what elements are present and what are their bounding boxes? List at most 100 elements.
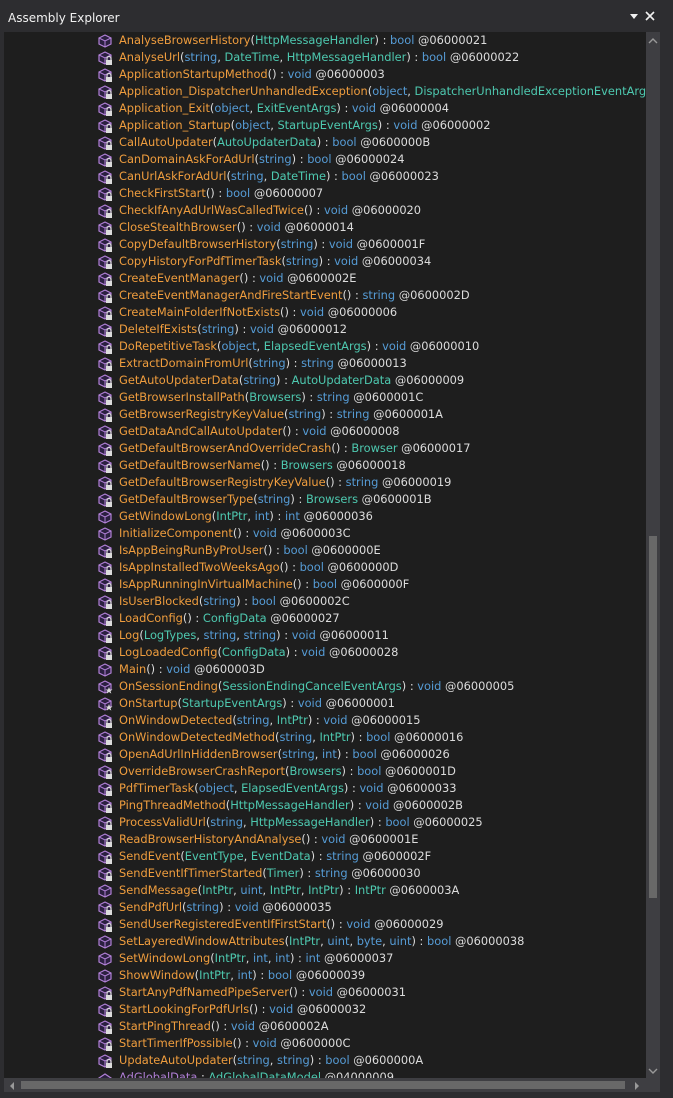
tree-member-row[interactable]: CopyDefaultBrowserHistory(string) : void… bbox=[4, 236, 646, 253]
tree-member-row[interactable]: GetAutoUpdaterData(string) : AutoUpdater… bbox=[4, 372, 646, 389]
tree-member-row[interactable]: CloseStealthBrowser() : void @06000014 bbox=[4, 219, 646, 236]
tree-member-row[interactable]: OnWindowDetected(string, IntPtr) : void … bbox=[4, 712, 646, 729]
return-type: void bbox=[351, 101, 377, 115]
tree-member-row[interactable]: StartAnyPdfNamedPipeServer() : void @060… bbox=[4, 984, 646, 1001]
tree-member-row[interactable]: LogLoadedConfig(ConfigData) : void @0600… bbox=[4, 644, 646, 661]
vertical-scrollbar[interactable] bbox=[646, 32, 660, 1078]
tree-member-row[interactable]: PingThreadMethod(HttpMessageHandler) : v… bbox=[4, 797, 646, 814]
tree-member-row[interactable]: DeleteIfExists(string) : void @06000012 bbox=[4, 321, 646, 338]
tree-member-row[interactable]: IsAppBeingRunByProUser() : bool @0600000… bbox=[4, 542, 646, 559]
member-name: Main bbox=[119, 662, 147, 676]
tree-member-row[interactable]: StartPingThread() : void @0600002A bbox=[4, 1018, 646, 1035]
tree-member-row[interactable]: SendUserRegisteredEventIfFirstStart() : … bbox=[4, 916, 646, 933]
tree-member-row[interactable]: PdfTimerTask(object, ElapsedEventArgs) :… bbox=[4, 780, 646, 797]
scroll-down-icon[interactable] bbox=[648, 1065, 658, 1075]
return-separator: : bbox=[291, 424, 303, 438]
vertical-scroll-thumb[interactable] bbox=[649, 536, 657, 898]
member-tree[interactable]: AnalyseBrowserHistory(HttpMessageHandler… bbox=[4, 32, 646, 1078]
tree-member-row[interactable]: SendPdfUrl(string) : void @06000035 bbox=[4, 899, 646, 916]
tree-member-row[interactable]: CopyHistoryForPdfTimerTask(string) : voi… bbox=[4, 253, 646, 270]
metadata-token: @06000013 bbox=[337, 356, 407, 370]
tree-member-row[interactable]: GetWindowLong(IntPtr, int) : int @060000… bbox=[4, 508, 646, 525]
tree-member-row[interactable]: SendEventIfTimerStarted(Timer) : string … bbox=[4, 865, 646, 882]
tree-member-row[interactable]: InitializeComponent() : void @0600003C bbox=[4, 525, 646, 542]
tree-member-row[interactable]: CheckIfAnyAdUrlWasCalledTwice() : void @… bbox=[4, 202, 646, 219]
tree-member-row[interactable]: ExtractDomainFromUrl(string) : string @0… bbox=[4, 355, 646, 372]
param-type: Timer bbox=[266, 866, 300, 880]
param-type: StartupEventArgs bbox=[277, 118, 378, 132]
method-private-icon bbox=[97, 747, 113, 763]
return-type: bool bbox=[225, 186, 251, 200]
tree-member-row[interactable]: CreateEventManagerAndFireStartEvent() : … bbox=[4, 287, 646, 304]
tree-member-row[interactable]: AnalyseBrowserHistory(HttpMessageHandler… bbox=[4, 32, 646, 49]
tree-member-row[interactable]: OnStartup(StartupEventArgs) : void @0600… bbox=[4, 695, 646, 712]
tree-member-row[interactable]: GetDataAndCallAutoUpdater() : void @0600… bbox=[4, 423, 646, 440]
method-private-icon bbox=[97, 84, 113, 100]
tree-member-row[interactable]: StartLookingForPdfUrls() : void @0600003… bbox=[4, 1001, 646, 1018]
return-type: void bbox=[359, 781, 384, 795]
return-separator: : bbox=[312, 203, 324, 217]
return-separator: : bbox=[371, 339, 383, 353]
tree-member-row[interactable]: ApplicationStartupMethod() : void @06000… bbox=[4, 66, 646, 83]
tree-member-row[interactable]: LoadConfig() : ConfigData @06000027 bbox=[4, 610, 646, 627]
tree-member-row[interactable]: AdGlobalData : AdGlobalDataModel @040000… bbox=[4, 1069, 646, 1078]
tree-member-row[interactable]: GetBrowserInstallPath(Browsers) : string… bbox=[4, 389, 646, 406]
member-name: IsAppBeingRunByProUser bbox=[119, 543, 264, 557]
method-public-icon bbox=[97, 526, 113, 542]
param-separator: , bbox=[249, 101, 257, 115]
tree-member-row[interactable]: SendEvent(EventType, EventData) : string… bbox=[4, 848, 646, 865]
tree-member-row[interactable]: IsUserBlocked(string) : bool @0600002C bbox=[4, 593, 646, 610]
tree-member-row[interactable]: Application_Startup(object, StartupEvent… bbox=[4, 117, 646, 134]
tree-member-row[interactable]: CallAutoUpdater(AutoUpdaterData) : bool … bbox=[4, 134, 646, 151]
tree-member-row[interactable]: GetDefaultBrowserAndOverrideCrash() : Br… bbox=[4, 440, 646, 457]
tree-member-row[interactable]: CheckFirstStart() : bool @06000007 bbox=[4, 185, 646, 202]
tree-member-row[interactable]: Log(LogTypes, string, string) : void @06… bbox=[4, 627, 646, 644]
close-icon[interactable] bbox=[643, 9, 657, 23]
param-type: IntPtr bbox=[289, 934, 321, 948]
member-signature: CreateEventManager() : void @0600002E bbox=[119, 270, 356, 287]
tree-member-row[interactable]: GetDefaultBrowserRegistryKeyValue() : st… bbox=[4, 474, 646, 491]
tree-member-row[interactable]: OpenAdUrlInHiddenBrowser(string, int) : … bbox=[4, 746, 646, 763]
tree-member-row[interactable]: AnalyseUrl(string, DateTime, HttpMessage… bbox=[4, 49, 646, 66]
param-separator: , bbox=[233, 781, 242, 795]
tree-member-row[interactable]: DoRepetitiveTask(object, ElapsedEventArg… bbox=[4, 338, 646, 355]
scroll-up-icon[interactable] bbox=[648, 35, 658, 45]
tree-member-row[interactable]: GetDefaultBrowserType(string) : Browsers… bbox=[4, 491, 646, 508]
tree-member-row[interactable]: OnSessionEnding(SessionEndingCancelEvent… bbox=[4, 678, 646, 695]
scroll-right-icon[interactable] bbox=[632, 1080, 642, 1090]
tree-member-row[interactable]: SendMessage(IntPtr, uint, IntPtr, IntPtr… bbox=[4, 882, 646, 899]
tree-member-row[interactable]: SetWindowLong(IntPtr, int, int) : int @0… bbox=[4, 950, 646, 967]
param-separator: , bbox=[349, 934, 357, 948]
tree-member-row[interactable]: StartTimerIfPossible() : void @0600000C bbox=[4, 1035, 646, 1052]
scroll-left-icon[interactable] bbox=[7, 1080, 17, 1090]
metadata-token: @06000010 bbox=[409, 339, 480, 353]
member-name: SendEvent bbox=[119, 849, 181, 863]
horizontal-scrollbar[interactable] bbox=[4, 1078, 646, 1092]
tree-member-row[interactable]: CreateEventManager() : void @0600002E bbox=[4, 270, 646, 287]
tree-member-row[interactable]: UpdateAutoUpdater(string, string) : bool… bbox=[4, 1052, 646, 1069]
tree-member-row[interactable]: ShowWindow(IntPtr, int) : bool @06000039 bbox=[4, 967, 646, 984]
tree-member-row[interactable]: Application_Exit(object, ExitEventArgs) … bbox=[4, 100, 646, 117]
tree-member-row[interactable]: CanUrlAskForAdUrl(string, DateTime) : bo… bbox=[4, 168, 646, 185]
tree-member-row[interactable]: CreateMainFolderIfNotExists() : void @06… bbox=[4, 304, 646, 321]
tree-member-row[interactable]: OnWindowDetectedMethod(string, IntPtr) :… bbox=[4, 729, 646, 746]
return-type: bool bbox=[267, 968, 293, 982]
param-type: string bbox=[258, 152, 292, 166]
tree-member-row[interactable]: Application_DispatcherUnhandledException… bbox=[4, 83, 646, 100]
chevron-down-icon[interactable] bbox=[627, 9, 641, 23]
return-type: void bbox=[323, 203, 349, 217]
scrollbar-corner bbox=[646, 1078, 660, 1092]
tree-member-row[interactable]: Main() : void @0600003D bbox=[4, 661, 646, 678]
tree-member-row[interactable]: ProcessValidUrl(string, HttpMessageHandl… bbox=[4, 814, 646, 831]
return-separator: : bbox=[238, 322, 250, 336]
tree-member-row[interactable]: CanDomainAskForAdUrl(string) : bool @060… bbox=[4, 151, 646, 168]
tree-member-row[interactable]: GetBrowserRegistryKeyValue(string) : str… bbox=[4, 406, 646, 423]
member-signature: CreateMainFolderIfNotExists() : void @06… bbox=[119, 304, 397, 321]
tree-member-row[interactable]: OverrideBrowserCrashReport(Browsers) : b… bbox=[4, 763, 646, 780]
tree-member-row[interactable]: IsAppInstalledTwoWeeksAgo() : bool @0600… bbox=[4, 559, 646, 576]
horizontal-scroll-thumb[interactable] bbox=[21, 1081, 625, 1089]
tree-member-row[interactable]: ReadBrowserHistoryAndAnalyse() : void @0… bbox=[4, 831, 646, 848]
tree-member-row[interactable]: SetLayeredWindowAttributes(IntPtr, uint,… bbox=[4, 933, 646, 950]
tree-member-row[interactable]: IsAppRunningInVirtualMachine() : bool @0… bbox=[4, 576, 646, 593]
tree-member-row[interactable]: GetDefaultBrowserName() : Browsers @0600… bbox=[4, 457, 646, 474]
